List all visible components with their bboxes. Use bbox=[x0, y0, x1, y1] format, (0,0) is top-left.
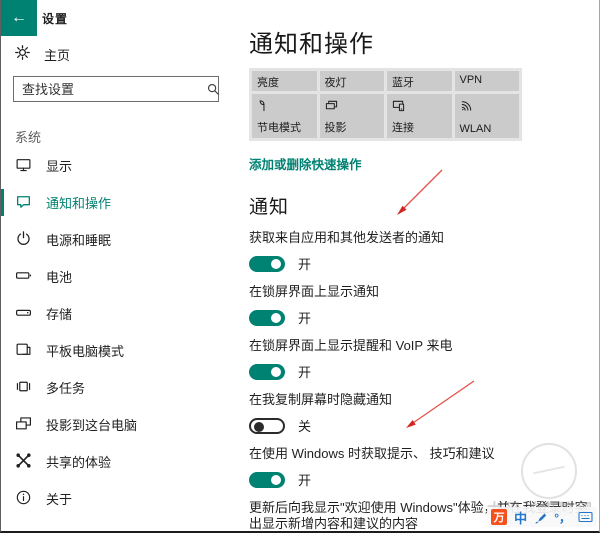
sidebar-item-label: 平板电脑模式 bbox=[46, 341, 124, 360]
toggle-tips-tricks-suggestions[interactable] bbox=[249, 472, 285, 488]
shared-experiences-icon bbox=[15, 452, 32, 472]
quick-action-project[interactable]: 投影 bbox=[320, 94, 385, 138]
battery-saver-icon bbox=[257, 99, 270, 115]
toggle-knob bbox=[271, 313, 281, 323]
sidebar-item-label: 电池 bbox=[46, 267, 72, 286]
ime-punctuation-button[interactable]: °， bbox=[554, 509, 571, 526]
setting-label: 在锁屏界面上显示提醒和 VoIP 来电 bbox=[249, 338, 594, 354]
toggle-state-label: 开 bbox=[298, 470, 311, 489]
quick-actions-row-bottom: 节电模式 投影 连接 bbox=[252, 94, 519, 138]
add-remove-quick-actions-link[interactable]: 添加或删除快速操作 bbox=[249, 158, 362, 173]
toggle-state-label: 关 bbox=[298, 416, 311, 435]
soft-keyboard-icon[interactable] bbox=[578, 511, 593, 523]
tile-label: 连接 bbox=[392, 119, 414, 135]
toggle-knob bbox=[271, 475, 281, 485]
notifications-icon bbox=[15, 193, 32, 213]
quick-action-connect[interactable]: 连接 bbox=[387, 94, 452, 138]
selected-indicator bbox=[1, 189, 4, 216]
sidebar: 主页 系统 显示 bbox=[1, 0, 241, 531]
sidebar-item-notifications[interactable]: 通知和操作 bbox=[1, 184, 241, 221]
page-title: 通知和操作 bbox=[249, 30, 599, 60]
sidebar-item-project-to-pc[interactable]: 投影到这台电脑 bbox=[1, 406, 241, 443]
gear-icon bbox=[14, 44, 31, 64]
quick-action-bluetooth[interactable]: 蓝牙 bbox=[387, 71, 452, 91]
sidebar-item-shared-experiences[interactable]: 共享的体验 bbox=[1, 443, 241, 480]
brush-icon[interactable] bbox=[534, 511, 547, 524]
quick-action-vpn[interactable]: VPN bbox=[455, 71, 520, 91]
tile-label: WLAN bbox=[460, 123, 492, 135]
ime-mode-button[interactable]: 万 bbox=[491, 509, 507, 525]
setting-tips-tricks-suggestions: 在使用 Windows 时获取提示、 技巧和建议 开 bbox=[249, 446, 599, 489]
setting-label: 获取来自应用和其他发送者的通知 bbox=[249, 230, 594, 246]
quick-action-battery-saver[interactable]: 节电模式 bbox=[252, 94, 317, 138]
tile-label: VPN bbox=[460, 74, 483, 86]
setting-lockscreen-reminders-voip: 在锁屏界面上显示提醒和 VoIP 来电 开 bbox=[249, 338, 599, 381]
toggle-hide-notifications-duplicating[interactable] bbox=[249, 418, 285, 434]
display-icon bbox=[15, 156, 32, 176]
setting-app-notifications: 获取来自应用和其他发送者的通知 开 bbox=[249, 230, 599, 273]
toggle-knob bbox=[271, 367, 281, 377]
storage-icon bbox=[15, 304, 32, 324]
sidebar-section-system: 系统 bbox=[15, 127, 41, 146]
toggle-state-label: 开 bbox=[298, 254, 311, 273]
sidebar-item-label: 通知和操作 bbox=[46, 193, 111, 212]
sidebar-item-label: 存储 bbox=[46, 304, 72, 323]
sidebar-item-label: 关于 bbox=[46, 489, 72, 508]
sidebar-item-multitasking[interactable]: 多任务 bbox=[1, 369, 241, 406]
toggle-app-notifications[interactable] bbox=[249, 256, 285, 272]
sidebar-item-about[interactable]: 关于 bbox=[1, 480, 241, 517]
quick-actions-row-top: 亮度 夜灯 蓝牙 VPN bbox=[252, 71, 519, 91]
tile-label: 节电模式 bbox=[257, 119, 301, 135]
sidebar-item-label: 共享的体验 bbox=[46, 452, 111, 471]
tablet-mode-icon bbox=[15, 341, 32, 361]
setting-label: 在使用 Windows 时获取提示、 技巧和建议 bbox=[249, 446, 594, 462]
sidebar-item-power-sleep[interactable]: 电源和睡眠 bbox=[1, 221, 241, 258]
quick-action-wlan[interactable]: WLAN bbox=[455, 94, 520, 138]
battery-icon bbox=[15, 267, 32, 287]
toggle-knob bbox=[254, 422, 264, 432]
sidebar-item-storage[interactable]: 存储 bbox=[1, 295, 241, 332]
search-input[interactable] bbox=[14, 82, 206, 97]
search-icon bbox=[206, 82, 221, 97]
setting-label: 在我复制屏幕时隐藏通知 bbox=[249, 392, 594, 408]
main-content: 通知和操作 亮度 夜灯 蓝牙 VPN 节电模式 bbox=[249, 0, 599, 533]
about-icon bbox=[15, 489, 32, 509]
sidebar-item-label: 电源和睡眠 bbox=[46, 230, 111, 249]
setting-label: 在锁屏界面上显示通知 bbox=[249, 284, 594, 300]
connect-icon bbox=[392, 99, 405, 115]
tile-label: 蓝牙 bbox=[392, 77, 414, 89]
setting-lockscreen-notifications: 在锁屏界面上显示通知 开 bbox=[249, 284, 599, 327]
sidebar-item-tablet-mode[interactable]: 平板电脑模式 bbox=[1, 332, 241, 369]
sidebar-home-label: 主页 bbox=[44, 45, 70, 64]
toggle-lockscreen-notifications[interactable] bbox=[249, 310, 285, 326]
sidebar-item-battery[interactable]: 电池 bbox=[1, 258, 241, 295]
project-to-pc-icon bbox=[15, 415, 32, 435]
multitasking-icon bbox=[15, 378, 32, 398]
sidebar-item-display[interactable]: 显示 bbox=[1, 147, 241, 184]
sidebar-nav: 显示 通知和操作 电源和睡眠 bbox=[1, 147, 241, 517]
search-box[interactable] bbox=[13, 76, 219, 102]
sidebar-item-home[interactable]: 主页 bbox=[14, 44, 70, 64]
toggle-state-label: 开 bbox=[298, 362, 311, 381]
toggle-knob bbox=[271, 259, 281, 269]
sidebar-item-label: 多任务 bbox=[46, 378, 85, 397]
power-icon bbox=[15, 230, 32, 250]
quick-action-night-light[interactable]: 夜灯 bbox=[320, 71, 385, 91]
toggle-state-label: 开 bbox=[298, 308, 311, 327]
toggle-lockscreen-reminders-voip[interactable] bbox=[249, 364, 285, 380]
settings-window: ← 设置 主页 系统 bbox=[0, 0, 600, 533]
notifications-heading: 通知 bbox=[249, 197, 599, 219]
ime-toolbar: 万 中 °， bbox=[487, 507, 597, 527]
wifi-icon bbox=[460, 99, 473, 115]
sidebar-item-label: 显示 bbox=[46, 156, 72, 175]
project-icon bbox=[325, 99, 338, 115]
quick-action-brightness[interactable]: 亮度 bbox=[252, 71, 317, 91]
quick-actions-grid: 亮度 夜灯 蓝牙 VPN 节电模式 bbox=[249, 68, 522, 141]
tile-label: 夜灯 bbox=[325, 77, 347, 89]
setting-hide-notifications-duplicating: 在我复制屏幕时隐藏通知 关 bbox=[249, 392, 599, 435]
tile-label: 投影 bbox=[325, 119, 347, 135]
sidebar-item-label: 投影到这台电脑 bbox=[46, 415, 137, 434]
tile-label: 亮度 bbox=[257, 77, 279, 89]
ime-language-button[interactable]: 中 bbox=[514, 508, 527, 527]
